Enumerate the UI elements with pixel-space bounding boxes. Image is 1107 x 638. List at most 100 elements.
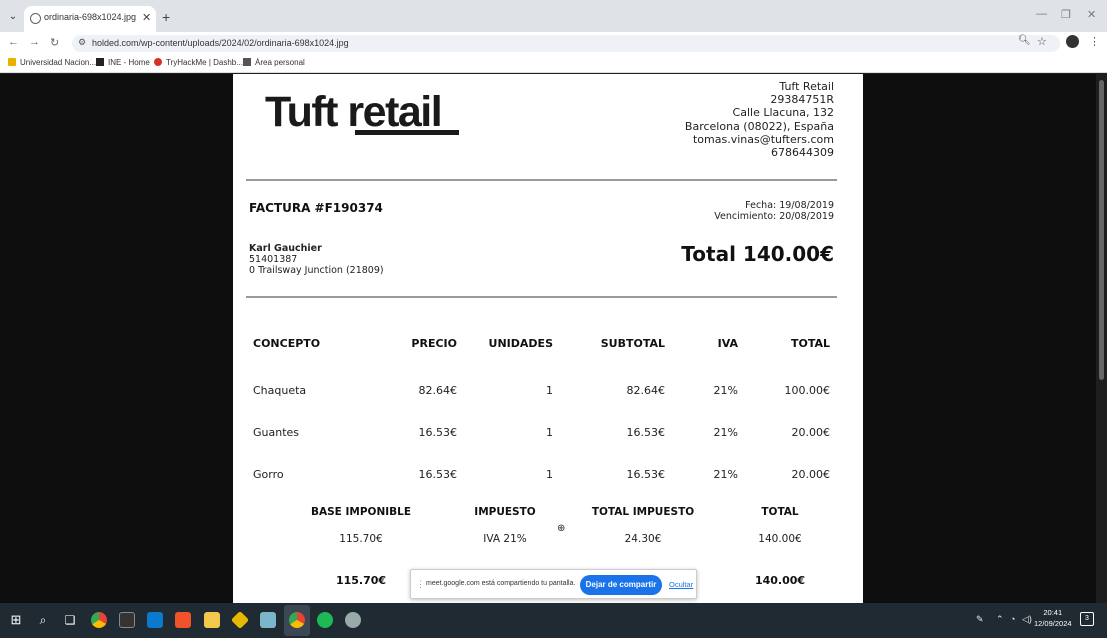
- task-view-icon[interactable]: ❏: [62, 612, 78, 628]
- globe-icon: [30, 13, 41, 24]
- bookmark-favicon-icon: [243, 58, 251, 66]
- new-tab-plus-icon[interactable]: +: [162, 9, 170, 25]
- zoom-icon[interactable]: 🔍︎: [1018, 35, 1031, 46]
- windows-start-icon[interactable]: ⊞: [8, 612, 24, 628]
- url-text[interactable]: holded.com/wp-content/uploads/2024/02/or…: [92, 38, 349, 48]
- summary-total: 140.00€: [754, 574, 806, 587]
- summary-value: IVA 21%: [483, 533, 527, 545]
- notification-icon[interactable]: 3: [1080, 612, 1094, 626]
- file-explorer-icon[interactable]: [204, 612, 220, 628]
- site-settings-icon[interactable]: ⚙: [78, 37, 86, 48]
- scrollbar-thumb[interactable]: [1099, 80, 1104, 380]
- bookmark-item[interactable]: TryHackMe | Dashb...: [154, 58, 243, 67]
- table-cell: 1: [546, 384, 553, 397]
- summary-header: TOTAL IMPUESTO: [591, 506, 695, 518]
- browser-menu-icon[interactable]: ⋮: [1089, 35, 1100, 48]
- company-id: 29384751R: [770, 93, 834, 107]
- tab-search-chevron-icon[interactable]: ⌄: [6, 10, 20, 24]
- column-header: SUBTOTAL: [600, 337, 665, 350]
- search-icon[interactable]: ⌕: [35, 612, 51, 628]
- summary-value: 140.00€: [758, 533, 802, 545]
- pen-icon[interactable]: ✎: [976, 614, 984, 625]
- table-cell: 1: [546, 426, 553, 439]
- bookmark-star-icon[interactable]: ☆: [1037, 35, 1047, 48]
- app-icon[interactable]: [230, 610, 250, 630]
- stop-sharing-button[interactable]: Dejar de compartir: [580, 575, 662, 595]
- table-cell: 16.53€: [418, 468, 458, 481]
- chrome-icon[interactable]: [91, 612, 107, 628]
- logo-underline: [355, 130, 459, 135]
- restore-icon[interactable]: ❐: [1061, 8, 1071, 21]
- bookmarks-bar: Universidad Nacion... INE - Home TryHack…: [0, 54, 1107, 73]
- invoice-date: Fecha: 19/08/2019: [745, 200, 834, 211]
- chevron-up-icon[interactable]: ⌃: [996, 614, 1004, 625]
- table-cell: 21%: [713, 426, 738, 439]
- divider: [246, 179, 837, 181]
- table-cell: 1: [546, 468, 553, 481]
- table-cell: 20.00€: [791, 426, 831, 439]
- system-clock[interactable]: 20:41 12/09/2024: [1034, 607, 1072, 629]
- column-header: PRECIO: [411, 337, 457, 350]
- invoice-number: FACTURA #F190374: [249, 201, 383, 215]
- profile-avatar[interactable]: [1066, 35, 1079, 48]
- terminal-icon[interactable]: [119, 612, 135, 628]
- summary-total: 115.70€: [335, 574, 387, 587]
- vscode-icon[interactable]: [147, 612, 163, 628]
- invoice-due-date: Vencimiento: 20/08/2019: [714, 211, 834, 222]
- spotify-icon[interactable]: [317, 612, 333, 628]
- address-bar[interactable]: ⚙ holded.com/wp-content/uploads/2024/02/…: [72, 35, 1060, 52]
- bookmark-favicon-icon: [154, 58, 162, 66]
- bookmark-favicon-icon: [8, 58, 16, 66]
- reload-icon[interactable]: ↻: [50, 36, 59, 49]
- company-name: Tuft Retail: [779, 80, 834, 93]
- client-id: 51401387: [249, 254, 298, 265]
- network-icon[interactable]: ◔: [1010, 614, 1015, 624]
- brave-icon[interactable]: [175, 612, 191, 628]
- table-cell: 82.64€: [418, 384, 458, 397]
- summary-header: IMPUESTO: [474, 506, 536, 518]
- bookmark-item[interactable]: INE - Home: [96, 58, 150, 67]
- app-icon[interactable]: [345, 612, 361, 628]
- company-city: Barcelona (08022), España: [684, 119, 834, 133]
- clock-date: 12/09/2024: [1034, 619, 1072, 628]
- table-cell: 16.53€: [418, 426, 458, 439]
- table-cell: Chaqueta: [253, 384, 307, 397]
- client-name: Karl Gauchier: [249, 243, 322, 254]
- tab-close-icon[interactable]: ✕: [142, 11, 151, 24]
- minimize-icon[interactable]: —: [1036, 8, 1047, 20]
- tab-active[interactable]: ordinaria-698x1024.jpg (698×1 ✕: [24, 6, 156, 32]
- table-cell: 16.53€: [626, 468, 666, 481]
- summary-value: 24.30€: [624, 533, 662, 545]
- window-close-icon[interactable]: ✕: [1087, 8, 1096, 21]
- share-message: meet.google.com está compartiendo tu pan…: [426, 580, 576, 587]
- client-details: Karl Gauchier 51401387 0 Trailsway Junct…: [249, 243, 384, 276]
- bookmark-favicon-icon: [96, 58, 104, 66]
- screen-share-bar: ⋮ meet.google.com está compartiendo tu p…: [410, 569, 697, 599]
- table-cell: 21%: [713, 468, 738, 481]
- address-toolbar: ← → ↻ ⚙ holded.com/wp-content/uploads/20…: [0, 32, 1107, 54]
- column-header: CONCEPTO: [253, 337, 321, 350]
- column-header: IVA: [717, 337, 738, 350]
- invoice-image: Tuft retail Tuft Retail 29384751R Calle …: [233, 74, 863, 603]
- tab-strip: ⌄ ordinaria-698x1024.jpg (698×1 ✕ + — ❐ …: [0, 0, 1107, 32]
- company-street: Calle Llacuna, 132: [732, 106, 834, 120]
- image-viewport: Tuft retail Tuft Retail 29384751R Calle …: [0, 74, 1107, 603]
- table-cell: 16.53€: [626, 426, 666, 439]
- bookmark-item[interactable]: Universidad Nacion...: [8, 58, 96, 67]
- forward-arrow-icon[interactable]: →: [29, 36, 40, 48]
- summary-header: TOTAL: [761, 506, 799, 518]
- back-arrow-icon[interactable]: ←: [8, 36, 19, 48]
- taskbar: ⊞ ⌕ ❏ ✎ ⌃ ◔ ◁) 20:41 12/09/2024 3: [0, 603, 1107, 638]
- notes-app-icon[interactable]: [260, 612, 276, 628]
- chrome-active-icon[interactable]: [289, 612, 305, 628]
- table-cell: 21%: [713, 384, 738, 397]
- table-cell: 82.64€: [626, 384, 666, 397]
- table-cell: 20.00€: [791, 468, 831, 481]
- hide-link[interactable]: Ocultar: [669, 580, 693, 589]
- bookmark-item[interactable]: Área personal: [243, 58, 305, 67]
- drag-handle-icon[interactable]: ⋮: [416, 579, 425, 590]
- table-cell: 100.00€: [784, 384, 831, 397]
- volume-icon[interactable]: ◁): [1022, 614, 1032, 625]
- column-header: TOTAL: [790, 337, 830, 350]
- client-address: 0 Trailsway Junction (21809): [249, 265, 384, 276]
